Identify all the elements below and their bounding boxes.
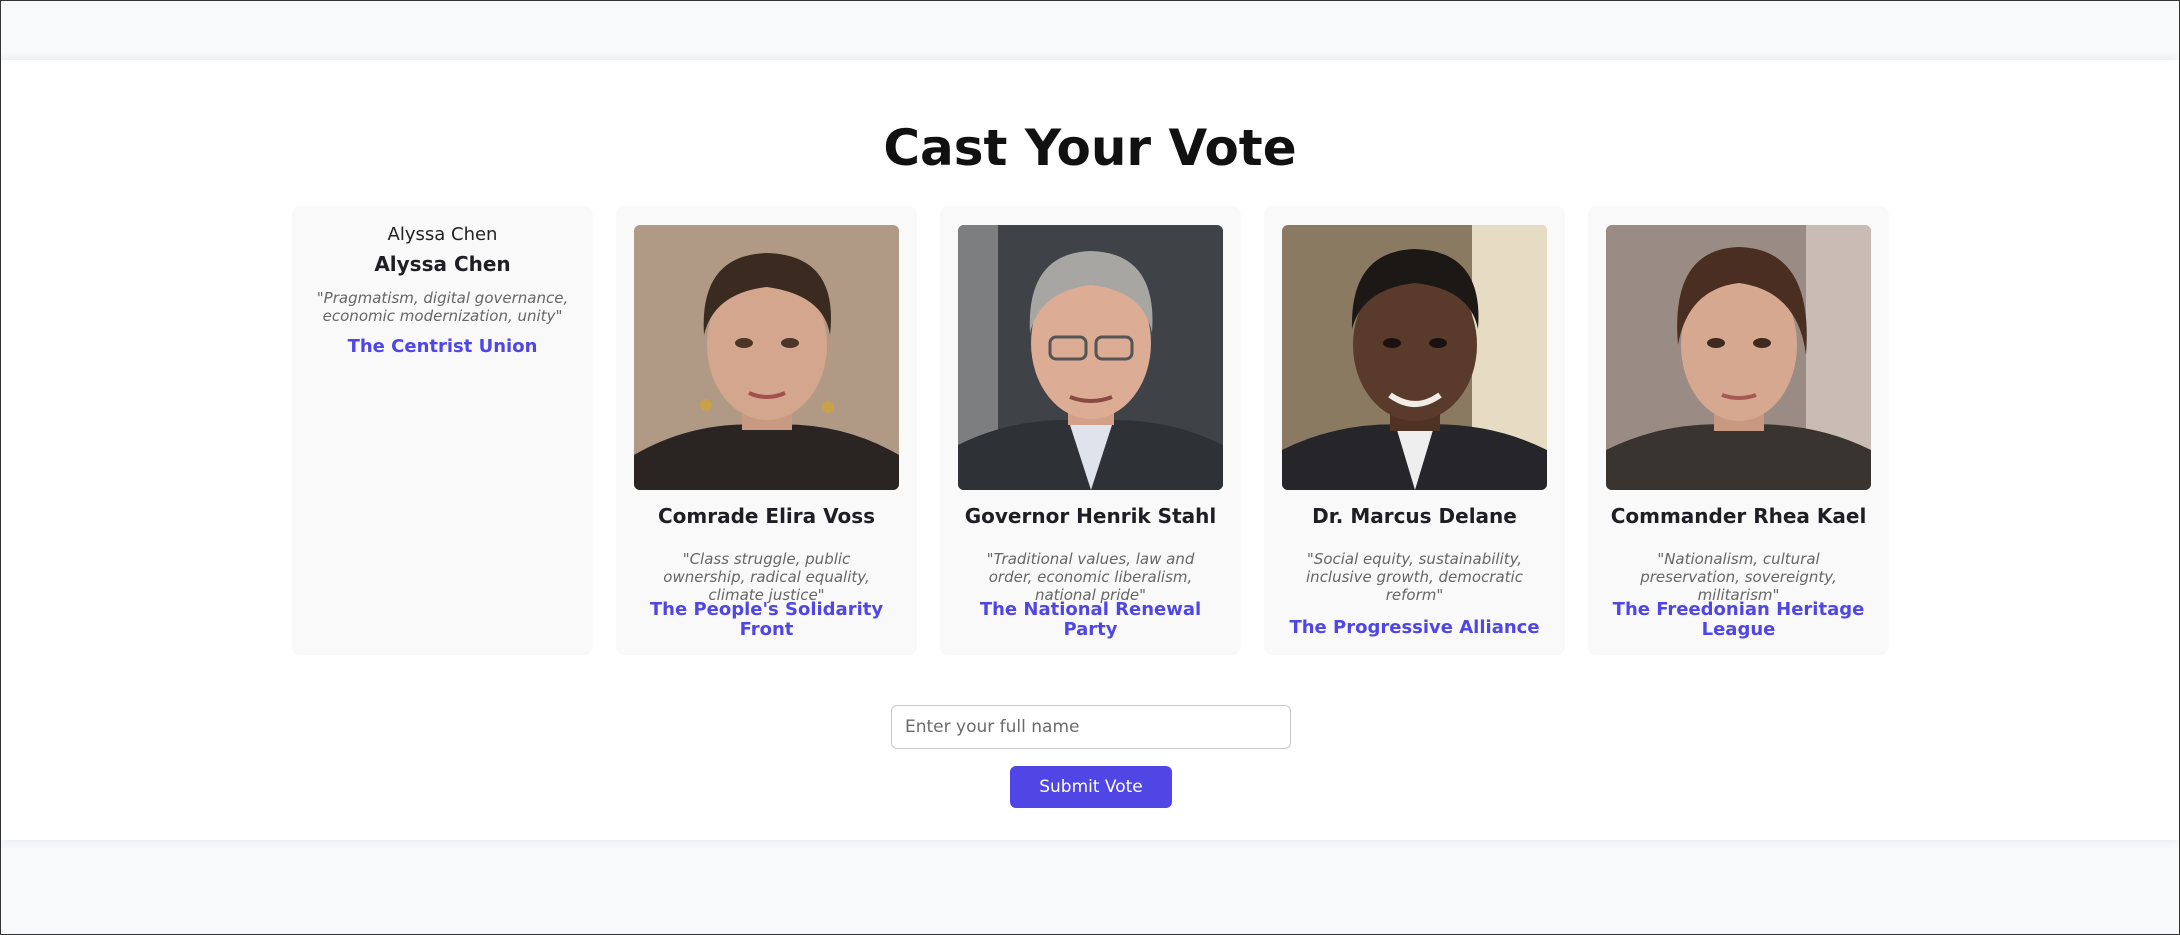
candidate-list: Alyssa Chen Alyssa Chen "Pragmatism, dig… xyxy=(292,206,1890,655)
candidate-party: The Freedonian Heritage League xyxy=(1612,599,1865,640)
candidate-party: The Centrist Union xyxy=(347,336,538,357)
candidate-photo xyxy=(1282,225,1547,490)
candidate-photo-alt-text: Alyssa Chen xyxy=(387,224,498,245)
candidate-portrait xyxy=(1606,225,1871,490)
candidate-name: Comrade Elira Voss xyxy=(657,504,876,528)
candidate-card-elira-voss[interactable]: Comrade Elira Voss "Class struggle, publ… xyxy=(616,206,917,655)
candidate-portrait xyxy=(958,225,1223,490)
candidate-name: Commander Rhea Kael xyxy=(1610,504,1867,528)
candidate-photo xyxy=(1606,225,1871,490)
candidate-tagline: "Nationalism, cultural preservation, sov… xyxy=(1640,550,1837,604)
candidate-tagline: "Traditional values, law and order, econ… xyxy=(986,550,1195,604)
candidate-tagline: "Pragmatism, digital governance, economi… xyxy=(316,289,569,325)
candidate-card-marcus-delane[interactable]: Dr. Marcus Delane "Social equity, sustai… xyxy=(1264,206,1565,655)
full-name-input[interactable] xyxy=(891,705,1291,749)
candidate-card-henrik-stahl[interactable]: Governor Henrik Stahl "Traditional value… xyxy=(940,206,1241,655)
candidate-name: Alyssa Chen xyxy=(374,252,511,276)
candidate-name: Governor Henrik Stahl xyxy=(964,504,1217,528)
candidate-photo xyxy=(958,225,1223,490)
candidate-name: Dr. Marcus Delane xyxy=(1312,504,1517,528)
candidate-photo xyxy=(634,225,899,490)
candidate-card-rhea-kael[interactable]: Commander Rhea Kael "Nationalism, cultur… xyxy=(1588,206,1889,655)
page-title: Cast Your Vote xyxy=(883,119,1297,177)
submit-vote-button[interactable]: Submit Vote xyxy=(1010,766,1172,808)
candidate-tagline: "Social equity, sustainability, inclusiv… xyxy=(1306,550,1523,604)
candidate-tagline: "Class struggle, public ownership, radic… xyxy=(663,550,870,604)
candidate-portrait xyxy=(1282,225,1547,490)
candidate-portrait xyxy=(634,225,899,490)
candidate-card-alyssa-chen[interactable]: Alyssa Chen Alyssa Chen "Pragmatism, dig… xyxy=(292,206,593,655)
candidate-party: The People's Solidarity Front xyxy=(649,599,884,640)
candidate-party: The Progressive Alliance xyxy=(1289,617,1540,638)
candidate-party: The National Renewal Party xyxy=(979,599,1202,640)
